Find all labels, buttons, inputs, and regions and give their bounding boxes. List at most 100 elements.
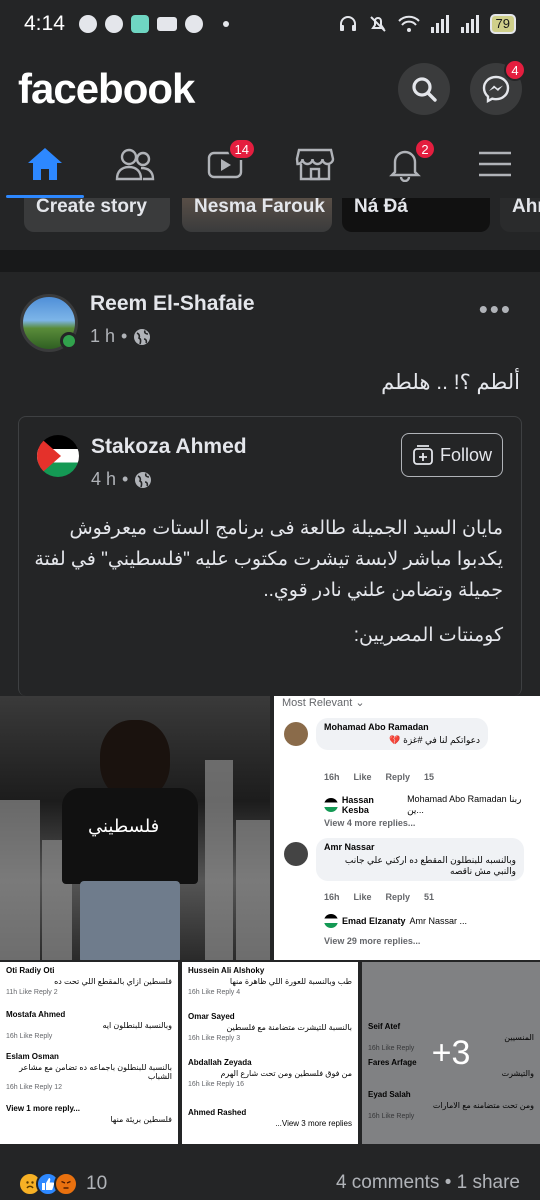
angry-face-icon [61, 1180, 71, 1189]
comment-text: دعواتكم لنا في #غزة 💔 [389, 735, 480, 745]
messenger-button[interactable]: 4 [470, 59, 526, 115]
mini-comment-meta: 16h Like Reply 12 [6, 1084, 63, 1091]
post-meta: 1 h • [90, 326, 151, 347]
feed-post: Reem El-Shafaie 1 h • ••• ألطم ؟! .. هلط… [0, 272, 540, 1200]
shared-post-author[interactable]: Stakoza Ahmed [91, 435, 247, 459]
create-story-card[interactable]: Create story [24, 198, 170, 232]
headphones-icon [339, 16, 356, 31]
menu-icon [479, 151, 511, 177]
background-building [236, 820, 270, 960]
post-time[interactable]: 1 h [90, 326, 115, 347]
comment-like: Like [353, 892, 372, 902]
story-card[interactable]: Ñá Đá [342, 198, 490, 232]
follow-button[interactable]: Follow [401, 433, 503, 477]
mini-comment-text: فلسطين بريئة منها [110, 1115, 172, 1124]
mute-icon [369, 16, 386, 32]
story-card[interactable]: Ahr [500, 198, 540, 232]
comment-reply: Reply [385, 892, 411, 902]
comment-bubble: Amr Nassar وبالنسبه للبنطلون المقطع ده ا… [316, 838, 524, 881]
sync-status-icon [104, 15, 123, 33]
mini-comment: Hussein Ali Alshoky طب وبالنسبة للعورة ا… [188, 966, 352, 996]
comment-time: 16h [324, 772, 340, 782]
view-more-replies: View 29 more replies... [324, 936, 421, 946]
system-status: 79 [338, 14, 516, 34]
story-label: Ñá Đá [354, 198, 408, 217]
more-notifications-dot-icon [222, 21, 229, 27]
mini-comment-author: Mostafa Ahmed [6, 1010, 66, 1019]
story-card[interactable]: Nesma Farouk [182, 198, 332, 232]
shared-post-meta: 4 h • [91, 469, 152, 490]
reactions-summary[interactable]: 10 [18, 1172, 107, 1196]
post-text: ألطم ؟! .. هلطم [381, 371, 520, 394]
reply-text: Mohamad Abo Ramadan ربنا ين... [407, 794, 522, 815]
globe-icon [135, 471, 152, 488]
post-photo-thumb[interactable]: Hussein Ali Alshoky طب وبالنسبة للعورة ا… [182, 962, 358, 1144]
reply-text: Amr Nassar ... [409, 916, 468, 926]
tab-menu[interactable] [450, 130, 540, 198]
comments-shares-count[interactable]: 4 comments • 1 share [336, 1172, 520, 1194]
post-more-button[interactable]: ••• [479, 294, 512, 325]
comment-like: Like [353, 772, 372, 782]
shared-post[interactable]: Stakoza Ahmed 4 h • Follow مايان السيد ا… [18, 416, 522, 696]
more-photos-overlay[interactable]: +3 [362, 962, 540, 1144]
comment-reaction-count: 51 [424, 892, 435, 902]
mini-comment-meta: 16h Like Reply 3 [188, 1035, 241, 1042]
mini-comment-author: View 1 more reply... [6, 1104, 80, 1113]
separator-dot: • [121, 326, 128, 346]
view-more-replies: View 4 more replies... [324, 818, 416, 828]
comment-reaction-count: 15 [424, 772, 435, 782]
signal-icon-2 [460, 15, 479, 33]
marketplace-icon [295, 148, 335, 181]
avatar [324, 798, 338, 812]
tab-notifications[interactable]: 2 [360, 130, 450, 198]
avatar[interactable] [37, 435, 79, 477]
search-button[interactable] [398, 63, 450, 115]
reactions-count: 10 [86, 1173, 108, 1194]
story-label: Ahr [512, 198, 540, 217]
comment-meta: 16h Like Reply 15 [324, 772, 434, 782]
friends-icon [115, 148, 155, 181]
comment-reply: Reply [385, 772, 411, 782]
battery-level: 79 [489, 14, 516, 34]
comment-author: Amr Nassar [324, 842, 375, 852]
mini-comment-author: Abdallah Zeyada [188, 1058, 252, 1067]
person-jeans [80, 881, 180, 960]
post-photo-main[interactable]: فلسطيني [0, 696, 270, 960]
background-building [205, 760, 233, 960]
tab-marketplace[interactable] [270, 130, 360, 198]
mini-comment-text: بالنسبة للتيشرت متضامنة مع فلسطين [226, 1023, 352, 1032]
mini-comment-text: فلسطين ازاي بالمقطع اللي تحت ده [54, 977, 172, 986]
thumbs-up-icon [42, 1178, 55, 1190]
stories-strip: Create story Nesma Farouk Ñá Đá Ahr [0, 198, 540, 250]
mini-comment-meta: 16h Like Reply [6, 1033, 53, 1040]
post-author[interactable]: Reem El-Shafaie [90, 292, 255, 316]
mini-comment-text: View 3 more replies... [275, 1119, 352, 1128]
messenger-status-icon [78, 15, 97, 33]
twitter-status-icon [184, 15, 203, 33]
shared-post-paragraph: كومنتات المصريين: [353, 625, 503, 646]
avatar [284, 842, 308, 866]
notifications-badge: 2 [414, 138, 436, 160]
watch-badge: 14 [227, 138, 256, 160]
mini-comment-meta: 11h Like Reply 2 [6, 989, 58, 996]
mini-comment-meta: 16h Like Reply 16 [188, 1081, 245, 1088]
feed-separator [0, 250, 540, 272]
online-status-dot [60, 332, 78, 350]
tab-watch[interactable]: 14 [180, 130, 270, 198]
shared-post-time[interactable]: 4 h [91, 469, 116, 490]
mini-comment: Abdallah Zeyada من فوق فلسطين ومن تحت شا… [188, 1058, 352, 1088]
app-header: facebook 4 [0, 48, 540, 130]
reply-author: Hassan Kesba [341, 795, 374, 815]
globe-icon [134, 328, 151, 345]
tab-home[interactable] [0, 130, 90, 198]
tab-friends[interactable] [90, 130, 180, 198]
mini-comment-text: طب وبالنسبة للعورة اللي ظاهرة منها [229, 977, 352, 986]
mini-comment-author: Oti Radiy Oti [6, 966, 55, 975]
comment-text: وبالنسبه للبنطلون المقطع ده اركني علي جا… [344, 855, 516, 876]
post-photo-thumb[interactable]: Oti Radiy Oti فلسطين ازاي بالمقطع اللي ت… [0, 962, 178, 1144]
reply-author: Emad Elzanaty [342, 916, 406, 926]
post-photo-comments[interactable]: Most Relevant ⌄ Mohamad Abo Ramadan دعوا… [274, 696, 540, 960]
comment-reply-row: Hassan Kesba Mohamad Abo Ramadan ربنا ين… [324, 794, 540, 816]
mini-comment-text: بالنسبة للبنطلون باجماعه ده تضامن مع مشا… [19, 1063, 172, 1081]
facebook-logo[interactable]: facebook [18, 65, 195, 113]
